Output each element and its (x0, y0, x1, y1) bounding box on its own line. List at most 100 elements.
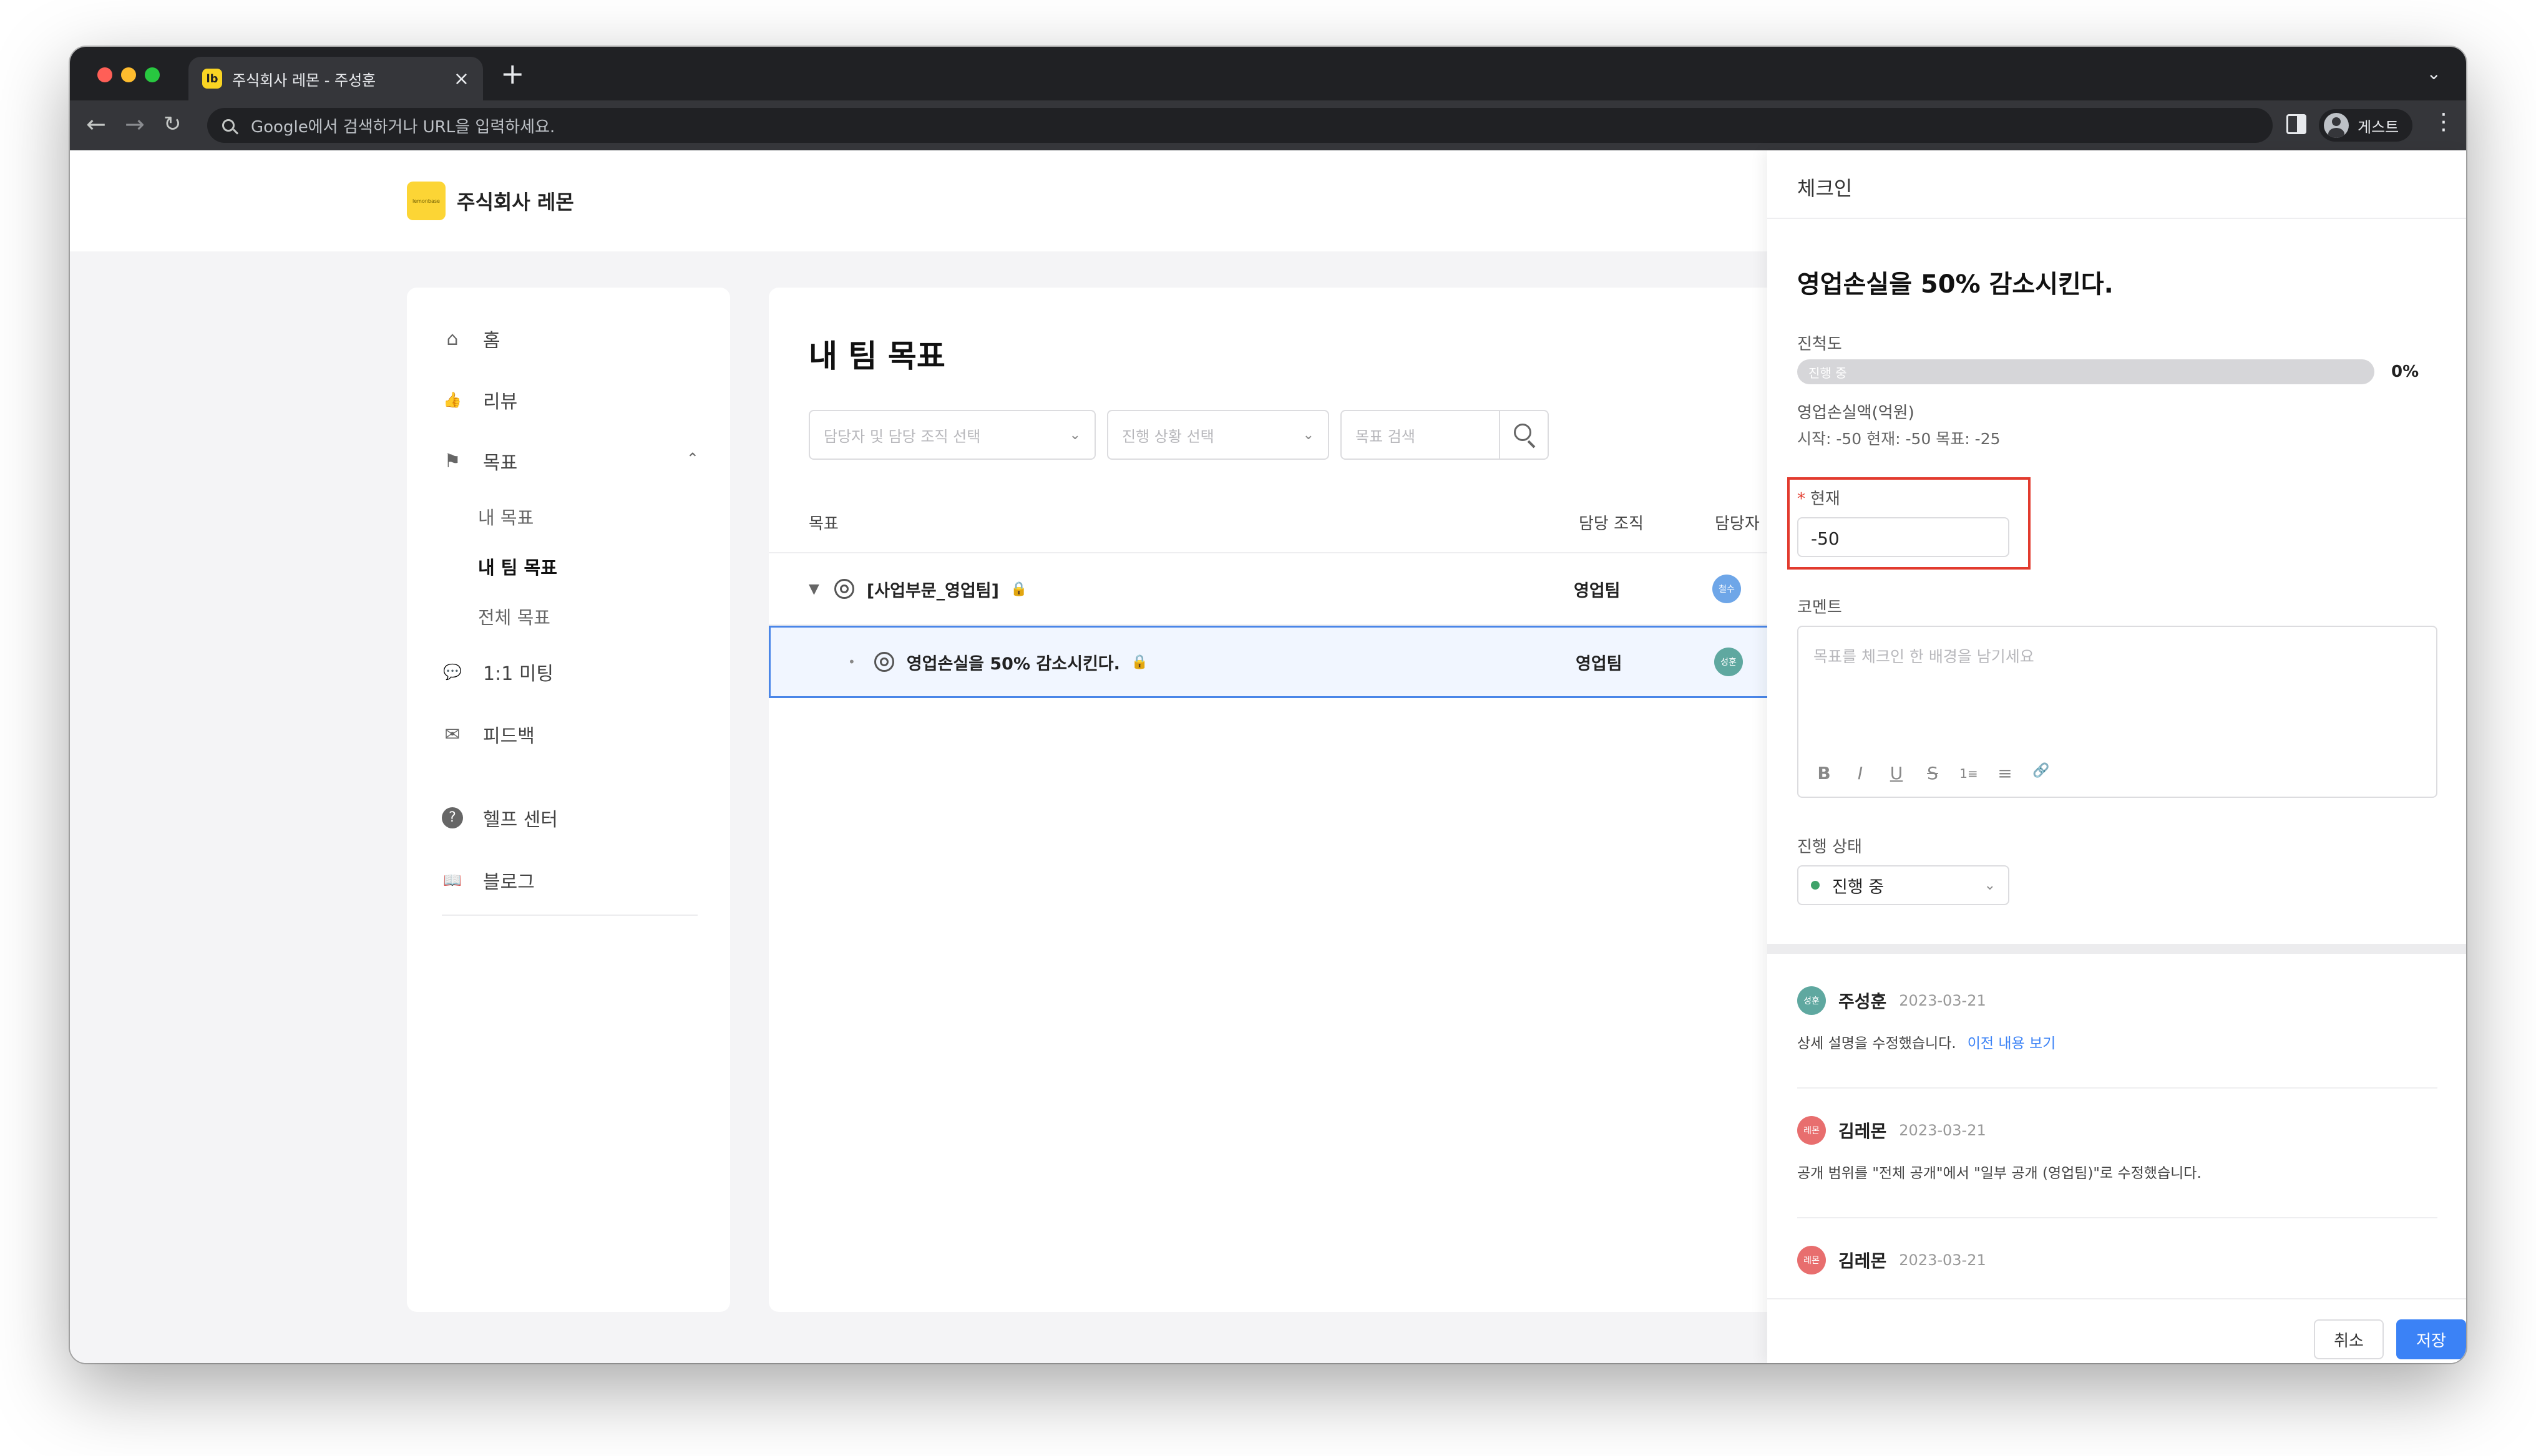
company-name[interactable]: 주식회사 레몬 (457, 187, 574, 215)
italic-icon[interactable]: I (1850, 763, 1871, 784)
maximize-window-button[interactable] (145, 67, 160, 82)
chevron-up-icon[interactable]: ⌃ (686, 450, 699, 467)
bold-icon[interactable]: B (1813, 763, 1835, 784)
column-header-goal: 목표 (809, 515, 839, 533)
link-icon[interactable]: 🔗 (2031, 763, 2052, 784)
panel-title: 체크인 (1797, 177, 1853, 200)
bullet-icon: • (848, 654, 856, 669)
status-dot-icon (1811, 881, 1820, 890)
close-window-button[interactable] (97, 67, 112, 82)
status-label: 진행 상태 (1797, 838, 1862, 857)
caret-down-icon[interactable]: ▼ (809, 581, 819, 597)
goal-heading: 영업손실을 50% 감소시킨다. (1797, 270, 2114, 299)
profile-label: 게스트 (2358, 118, 2399, 136)
sidebar-item-blog[interactable]: 📖 블로그 (442, 866, 535, 894)
forward-arrow-icon[interactable]: → (125, 112, 145, 137)
new-tab-button[interactable]: + (500, 59, 525, 88)
search-button[interactable] (1499, 410, 1549, 460)
history-date: 2023-03-21 (1899, 1122, 1986, 1139)
profile-button[interactable]: 게스트 (2319, 109, 2413, 142)
back-arrow-icon[interactable]: ← (86, 112, 106, 137)
tab-close-icon[interactable]: × (454, 68, 469, 90)
sidebar: ⌂ 홈 👍 리뷰 ⚑ 목표 ⌃ 내 목표 내 팀 목표 전체 목표 💬 1:1 … (407, 288, 730, 1312)
more-menu-icon[interactable]: ⋮ (2432, 109, 2455, 135)
status-select[interactable]: 진행 중 ⌄ (1797, 865, 2009, 905)
status-value: 진행 중 (1832, 877, 1885, 897)
side-panel-icon[interactable] (2286, 114, 2306, 134)
sidebar-item-label: 홈 (483, 330, 500, 352)
owner-filter-placeholder: 담당자 및 담당 조직 선택 (824, 427, 981, 445)
guest-avatar-icon (2324, 113, 2349, 138)
cancel-button[interactable]: 취소 (2314, 1319, 2384, 1359)
table-row-selected[interactable]: • 영업손실을 50% 감소시킨다. 🔒 영업팀 성훈 (769, 626, 1892, 698)
sidebar-item-help[interactable]: ? 헬프 센터 (442, 804, 558, 832)
history-author: 주성훈 (1838, 991, 1887, 1012)
comment-placeholder: 목표를 체크인 한 배경을 남기세요 (1813, 648, 2034, 666)
sidebar-item-home[interactable]: ⌂ 홈 (442, 325, 500, 352)
company-logo[interactable]: lemonbase (407, 182, 446, 220)
avatar: 레몬 (1797, 1116, 1826, 1145)
history-date: 2023-03-21 (1899, 1251, 1986, 1269)
sidebar-item-label: 피드백 (483, 726, 535, 747)
progress-status-text: 진행 중 (1808, 366, 1847, 381)
browser-toolbar: ← → ↻ Google에서 검색하거나 URL을 입력하세요. 게스트 ⋮ (70, 100, 2466, 150)
home-icon: ⌂ (446, 328, 459, 350)
progress-label: 진척도 (1797, 335, 1842, 354)
history-item: 성훈 주성훈 2023-03-21 상세 설명을 수정했습니다. 이전 내용 보기 (1797, 986, 2437, 1089)
sidebar-item-feedback[interactable]: ✉ 피드백 (442, 721, 535, 748)
history-item: 레몬 김레몬 2023-03-21 (1797, 1246, 2437, 1274)
comment-editor[interactable]: 목표를 체크인 한 배경을 남기세요 B I U S 1≡ ≡ 🔗 (1797, 626, 2437, 798)
goal-title: [사업부문_영업팀] (866, 581, 999, 601)
sidebar-subitem-all-goals[interactable]: 전체 목표 (478, 603, 550, 629)
view-previous-link[interactable]: 이전 내용 보기 (1968, 1036, 2056, 1052)
owner-filter-select[interactable]: 담당자 및 담당 조직 선택 ⌄ (809, 410, 1096, 460)
current-label-text: 현재 (1810, 490, 1840, 508)
avatar: 성훈 (1797, 986, 1826, 1015)
bullet-list-icon[interactable]: ≡ (1994, 763, 2016, 784)
avatar: 성훈 (1714, 648, 1743, 676)
minimize-window-button[interactable] (121, 67, 136, 82)
history-author: 김레몬 (1838, 1121, 1887, 1142)
flag-icon: ⚑ (444, 450, 461, 472)
tab-search-chevron-icon[interactable]: ⌄ (2427, 63, 2441, 84)
sidebar-item-label: 헬프 센터 (483, 809, 558, 831)
favicon-icon: lb (202, 69, 222, 89)
save-button[interactable]: 저장 (2396, 1319, 2466, 1359)
thumbs-up-icon: 👍 (443, 391, 462, 409)
lock-icon: 🔒 (1010, 581, 1028, 597)
mail-icon: ✉ (444, 723, 461, 745)
goal-org: 영업팀 (1576, 654, 1622, 674)
panel-divider (1767, 944, 2466, 954)
sidebar-subitem-my-goals[interactable]: 내 목표 (478, 503, 534, 530)
current-value-input[interactable]: -50 (1797, 517, 2009, 557)
chat-icon: 💬 (443, 663, 462, 681)
chevron-down-icon: ⌄ (1302, 427, 1314, 443)
page-title: 내 팀 목표 (809, 338, 945, 374)
strikethrough-icon[interactable]: S (1922, 763, 1943, 784)
sidebar-item-1on1[interactable]: 💬 1:1 미팅 (442, 658, 554, 686)
chevron-down-icon: ⌄ (1069, 427, 1081, 443)
history-divider (1797, 1217, 2437, 1218)
history-date: 2023-03-21 (1899, 992, 1986, 1009)
reload-icon[interactable]: ↻ (163, 112, 182, 137)
sidebar-item-review[interactable]: 👍 리뷰 (442, 386, 517, 414)
sidebar-item-label: 리뷰 (483, 391, 518, 413)
comment-label: 코멘트 (1797, 598, 1842, 617)
sidebar-subitem-team-goals[interactable]: 내 팀 목표 (478, 553, 557, 580)
ordered-list-icon[interactable]: 1≡ (1958, 763, 1979, 784)
address-bar[interactable]: Google에서 검색하거나 URL을 입력하세요. (207, 108, 2273, 143)
browser-tab[interactable]: lb 주식회사 레몬 - 주성훈 × (188, 57, 483, 100)
search-icon (222, 119, 235, 132)
table-row[interactable]: ▼ [사업부문_영업팀] 🔒 영업팀 철수 (769, 553, 1892, 626)
sidebar-item-goals[interactable]: ⚑ 목표 (442, 447, 518, 475)
browser-window: lb 주식회사 레몬 - 주성훈 × + ⌄ ← → ↻ Google에서 검색… (70, 47, 2466, 1363)
target-icon (834, 579, 854, 599)
goal-search-input[interactable]: 목표 검색 (1340, 410, 1500, 460)
progress-percent: 0% (2391, 362, 2419, 381)
sidebar-item-label: 블로그 (483, 871, 535, 893)
underline-icon[interactable]: U (1886, 763, 1907, 784)
column-header-org: 담당 조직 (1579, 515, 1644, 533)
progress-bar: 진행 중 (1797, 359, 2374, 384)
checkin-panel: 체크인 영업손실을 50% 감소시킨다. 진척도 진행 중 0% 영업손실액(억… (1767, 150, 2466, 1363)
status-filter-select[interactable]: 진행 상황 선택 ⌄ (1107, 410, 1329, 460)
